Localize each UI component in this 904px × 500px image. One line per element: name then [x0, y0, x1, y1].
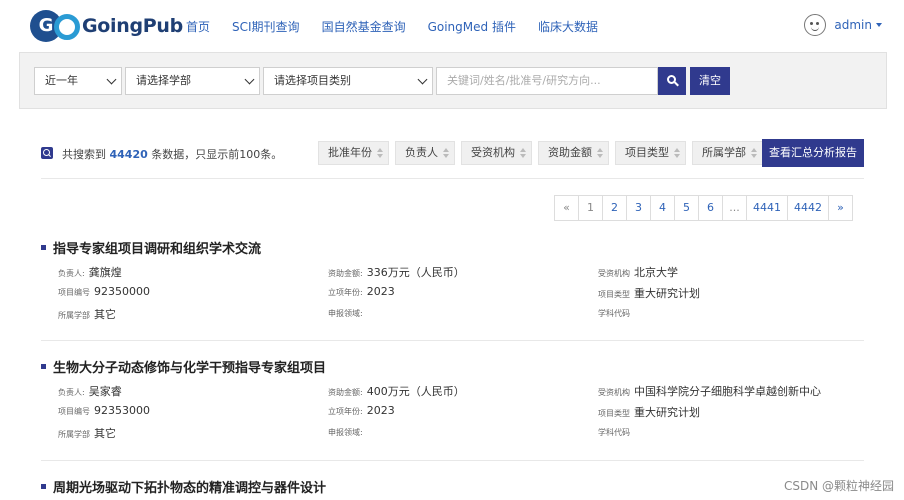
info-row: 所属学部 其它 申报领域: 学科代码: [58, 427, 630, 440]
department-select[interactable]: 请选择学部: [125, 67, 260, 95]
sort-up-icon: [377, 148, 383, 152]
project-type-select[interactable]: 请选择项目类别: [263, 67, 433, 95]
sort-down-icon: [520, 154, 526, 158]
summary-report-button[interactable]: 查看汇总分析报告: [762, 139, 864, 167]
search-button[interactable]: [658, 67, 686, 95]
page-4441[interactable]: 4441: [746, 195, 788, 221]
list-item: 指导专家组项目调研和组织学术交流 负责人: 龚旗煌 资助金额: 336万元（人民币）…: [41, 238, 864, 338]
info-row: 项目编号 92353000 立项年份: 2023 项目类型 重大研究计划: [58, 404, 700, 419]
logo-mark-icon: G: [30, 10, 80, 42]
search-panel: 近一年 请选择学部 请选择项目类别 关键词/姓名/批准号/研究方向... 清空: [19, 52, 887, 109]
logo-text: GoingPub: [82, 15, 183, 37]
info-row: 负责人: 吴家睿 资助金额: 400万元（人民币） 受资机构 中国科学院分子细胞科学卓…: [58, 385, 821, 398]
info-row: 项目编号 92350000 立项年份: 2023 项目类型 重大研究计划: [58, 285, 700, 300]
search-result-icon: [41, 147, 53, 159]
nav-home[interactable]: 首页: [186, 18, 210, 35]
org-value: 中国科学院分子细胞科学卓越创新中心: [634, 385, 821, 398]
sort-department[interactable]: 所属学部: [692, 141, 763, 165]
username: admin: [834, 18, 872, 32]
leader-value: 龚旗煌: [88, 266, 122, 279]
leader-value: 吴家睿: [88, 385, 122, 398]
pagination: « 1 2 3 4 5 6 ... 4441 4442 »: [554, 195, 853, 221]
page-3[interactable]: 3: [626, 195, 651, 221]
type-value: 重大研究计划: [634, 287, 700, 300]
bullet-icon: [41, 364, 46, 369]
sort-down-icon: [377, 154, 383, 158]
dept-value: 其它: [94, 427, 116, 440]
logo[interactable]: G GoingPub: [30, 10, 183, 42]
sort-up-icon: [674, 148, 680, 152]
keyword-input[interactable]: 关键词/姓名/批准号/研究方向...: [436, 67, 658, 95]
info-row: 负责人: 龚旗煌 资助金额: 336万元（人民币） 受资机构 北京大学: [58, 266, 678, 279]
project-no-value: 92350000: [94, 285, 150, 298]
sort-down-icon: [751, 154, 757, 158]
page-6[interactable]: 6: [698, 195, 723, 221]
org-value: 北京大学: [634, 266, 678, 279]
page-next[interactable]: »: [828, 195, 853, 221]
department-select-value: 请选择学部: [136, 74, 191, 87]
year-value: 2023: [366, 404, 395, 417]
main-nav: 首页 SCI期刊查询 国自然基金查询 GoingMed 插件 临床大数据: [186, 0, 620, 52]
sort-down-icon: [674, 154, 680, 158]
amount-value: 400万元（人民币）: [366, 385, 465, 398]
project-title[interactable]: 指导专家组项目调研和组织学术交流: [41, 238, 261, 257]
watermark: CSDN @颗粒神经园: [783, 479, 894, 493]
page-5[interactable]: 5: [674, 195, 699, 221]
chevron-down-icon: [106, 74, 117, 85]
result-summary: 共搜索到 44420 条数据，只显示前100条。: [62, 148, 283, 161]
page-2[interactable]: 2: [602, 195, 627, 221]
sort-up-icon: [751, 148, 757, 152]
bullet-icon: [41, 245, 46, 250]
nav-goingmed-plugin[interactable]: GoingMed 插件: [428, 18, 516, 35]
clear-button[interactable]: 清空: [690, 67, 730, 95]
sort-down-icon: [443, 154, 449, 158]
page-ellipsis: ...: [722, 195, 747, 221]
page-4442[interactable]: 4442: [787, 195, 829, 221]
sort-approval-year[interactable]: 批准年份: [318, 141, 389, 165]
type-value: 重大研究计划: [634, 406, 700, 419]
user-menu[interactable]: admin: [804, 14, 882, 36]
caret-down-icon: [876, 23, 882, 27]
page-1[interactable]: 1: [578, 195, 603, 221]
list-item: 周期光场驱动下拓扑物态的精准调控与器件设计: [41, 477, 864, 497]
nav-sci-journal[interactable]: SCI期刊查询: [232, 18, 300, 35]
project-no-value: 92353000: [94, 404, 150, 417]
year-select[interactable]: 近一年: [34, 67, 122, 95]
page-4[interactable]: 4: [650, 195, 675, 221]
divider: [41, 178, 864, 179]
sort-project-type[interactable]: 项目类型: [615, 141, 686, 165]
amount-value: 336万元（人民币）: [366, 266, 465, 279]
divider: [41, 460, 864, 461]
project-type-select-value: 请选择项目类别: [274, 74, 351, 87]
nav-clinical-data[interactable]: 临床大数据: [538, 18, 598, 35]
sort-up-icon: [520, 148, 526, 152]
sort-bar: 批准年份 负责人 受资机构 资助金额 项目类型 所属学部: [318, 141, 769, 165]
sort-leader[interactable]: 负责人: [395, 141, 455, 165]
project-title[interactable]: 周期光场驱动下拓扑物态的精准调控与器件设计: [41, 477, 326, 496]
chevron-down-icon: [417, 74, 428, 85]
sort-up-icon: [597, 148, 603, 152]
logo-ring: [54, 14, 80, 40]
chevron-down-icon: [244, 74, 255, 85]
project-title[interactable]: 生物大分子动态修饰与化学干预指导专家组项目: [41, 357, 326, 376]
bullet-icon: [41, 484, 46, 489]
sort-amount[interactable]: 资助金额: [538, 141, 609, 165]
top-navbar: G GoingPub 首页 SCI期刊查询 国自然基金查询 GoingMed 插…: [0, 0, 904, 52]
nav-nsfc[interactable]: 国自然基金查询: [322, 18, 406, 35]
sort-organization[interactable]: 受资机构: [461, 141, 532, 165]
year-select-value: 近一年: [45, 74, 78, 87]
dept-value: 其它: [94, 308, 116, 321]
avatar-icon: [804, 14, 827, 36]
list-item: 生物大分子动态修饰与化学干预指导专家组项目 负责人: 吴家睿 资助金额: 400万元…: [41, 357, 864, 457]
year-value: 2023: [366, 285, 395, 298]
info-row: 所属学部 其它 申报领域: 学科代码: [58, 308, 630, 321]
divider: [41, 340, 864, 341]
page-prev[interactable]: «: [554, 195, 579, 221]
sort-up-icon: [443, 148, 449, 152]
result-count: 44420: [109, 148, 148, 161]
sort-down-icon: [597, 154, 603, 158]
